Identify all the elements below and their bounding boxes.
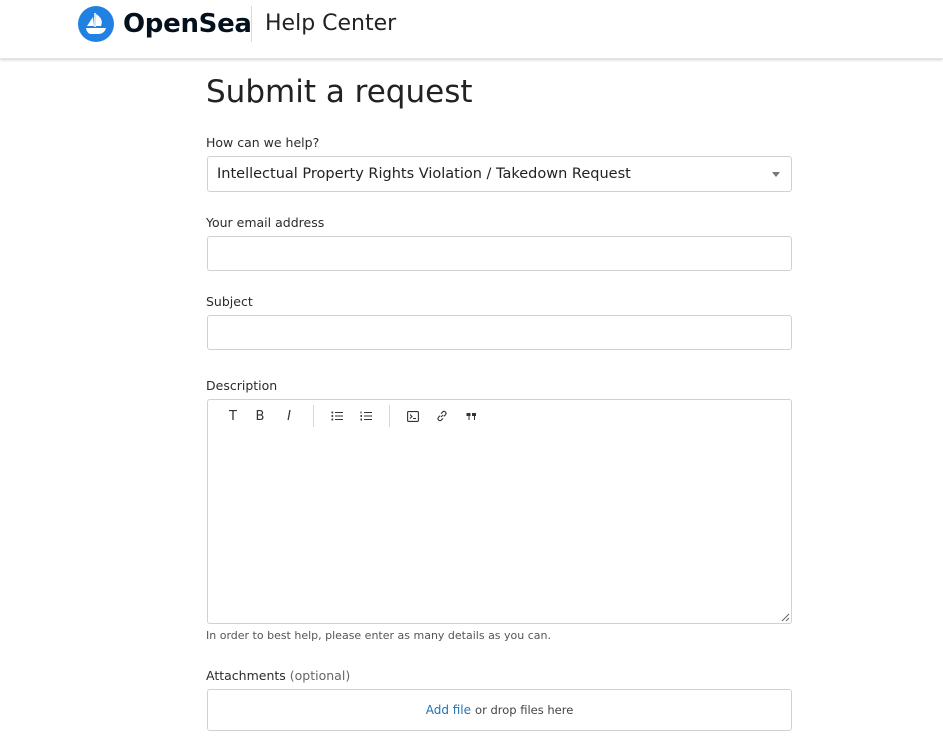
- toolbar-separator: [389, 405, 390, 427]
- caret-down-icon: [772, 172, 780, 177]
- toolbar-separator: [313, 405, 314, 427]
- resize-handle-icon[interactable]: [781, 613, 790, 622]
- add-file-link[interactable]: Add file: [426, 703, 471, 717]
- brand-name: OpenSea: [123, 9, 252, 39]
- description-hint: In order to best help, please enter as m…: [206, 629, 552, 642]
- subject-label: Subject: [206, 294, 253, 309]
- subject-field[interactable]: [207, 315, 792, 350]
- bold-button[interactable]: B: [251, 407, 269, 425]
- attachments-dropzone[interactable]: Add file or drop files here: [207, 689, 792, 731]
- bulleted-list-icon[interactable]: [328, 407, 346, 425]
- editor-toolbar: T B I: [207, 399, 792, 431]
- link-icon[interactable]: [433, 407, 451, 425]
- help-topic-selected-value: Intellectual Property Rights Violation /…: [217, 166, 631, 182]
- email-field[interactable]: [207, 236, 792, 271]
- email-label: Your email address: [206, 215, 325, 230]
- italic-button[interactable]: I: [280, 407, 298, 425]
- attachments-label-text: Attachments: [206, 668, 286, 683]
- attachments-label: Attachments (optional): [206, 668, 350, 683]
- code-block-icon[interactable]: [404, 407, 422, 425]
- header-divider: [251, 6, 252, 42]
- text-format-button[interactable]: T: [224, 407, 242, 425]
- description-editor[interactable]: [207, 430, 792, 624]
- help-topic-label: How can we help?: [206, 135, 320, 150]
- help-topic-select[interactable]: Intellectual Property Rights Violation /…: [207, 156, 792, 192]
- drop-files-text: or drop files here: [475, 703, 574, 717]
- page-title: Submit a request: [206, 74, 473, 110]
- top-header: OpenSea Help Center: [0, 0, 943, 59]
- opensea-logo-link[interactable]: OpenSea: [78, 6, 252, 42]
- quote-icon[interactable]: [462, 407, 480, 425]
- opensea-logo-icon: [78, 6, 114, 42]
- help-center-link[interactable]: Help Center: [265, 11, 396, 36]
- attachments-optional-text: (optional): [289, 668, 351, 683]
- description-label: Description: [206, 378, 278, 393]
- numbered-list-icon[interactable]: [357, 407, 375, 425]
